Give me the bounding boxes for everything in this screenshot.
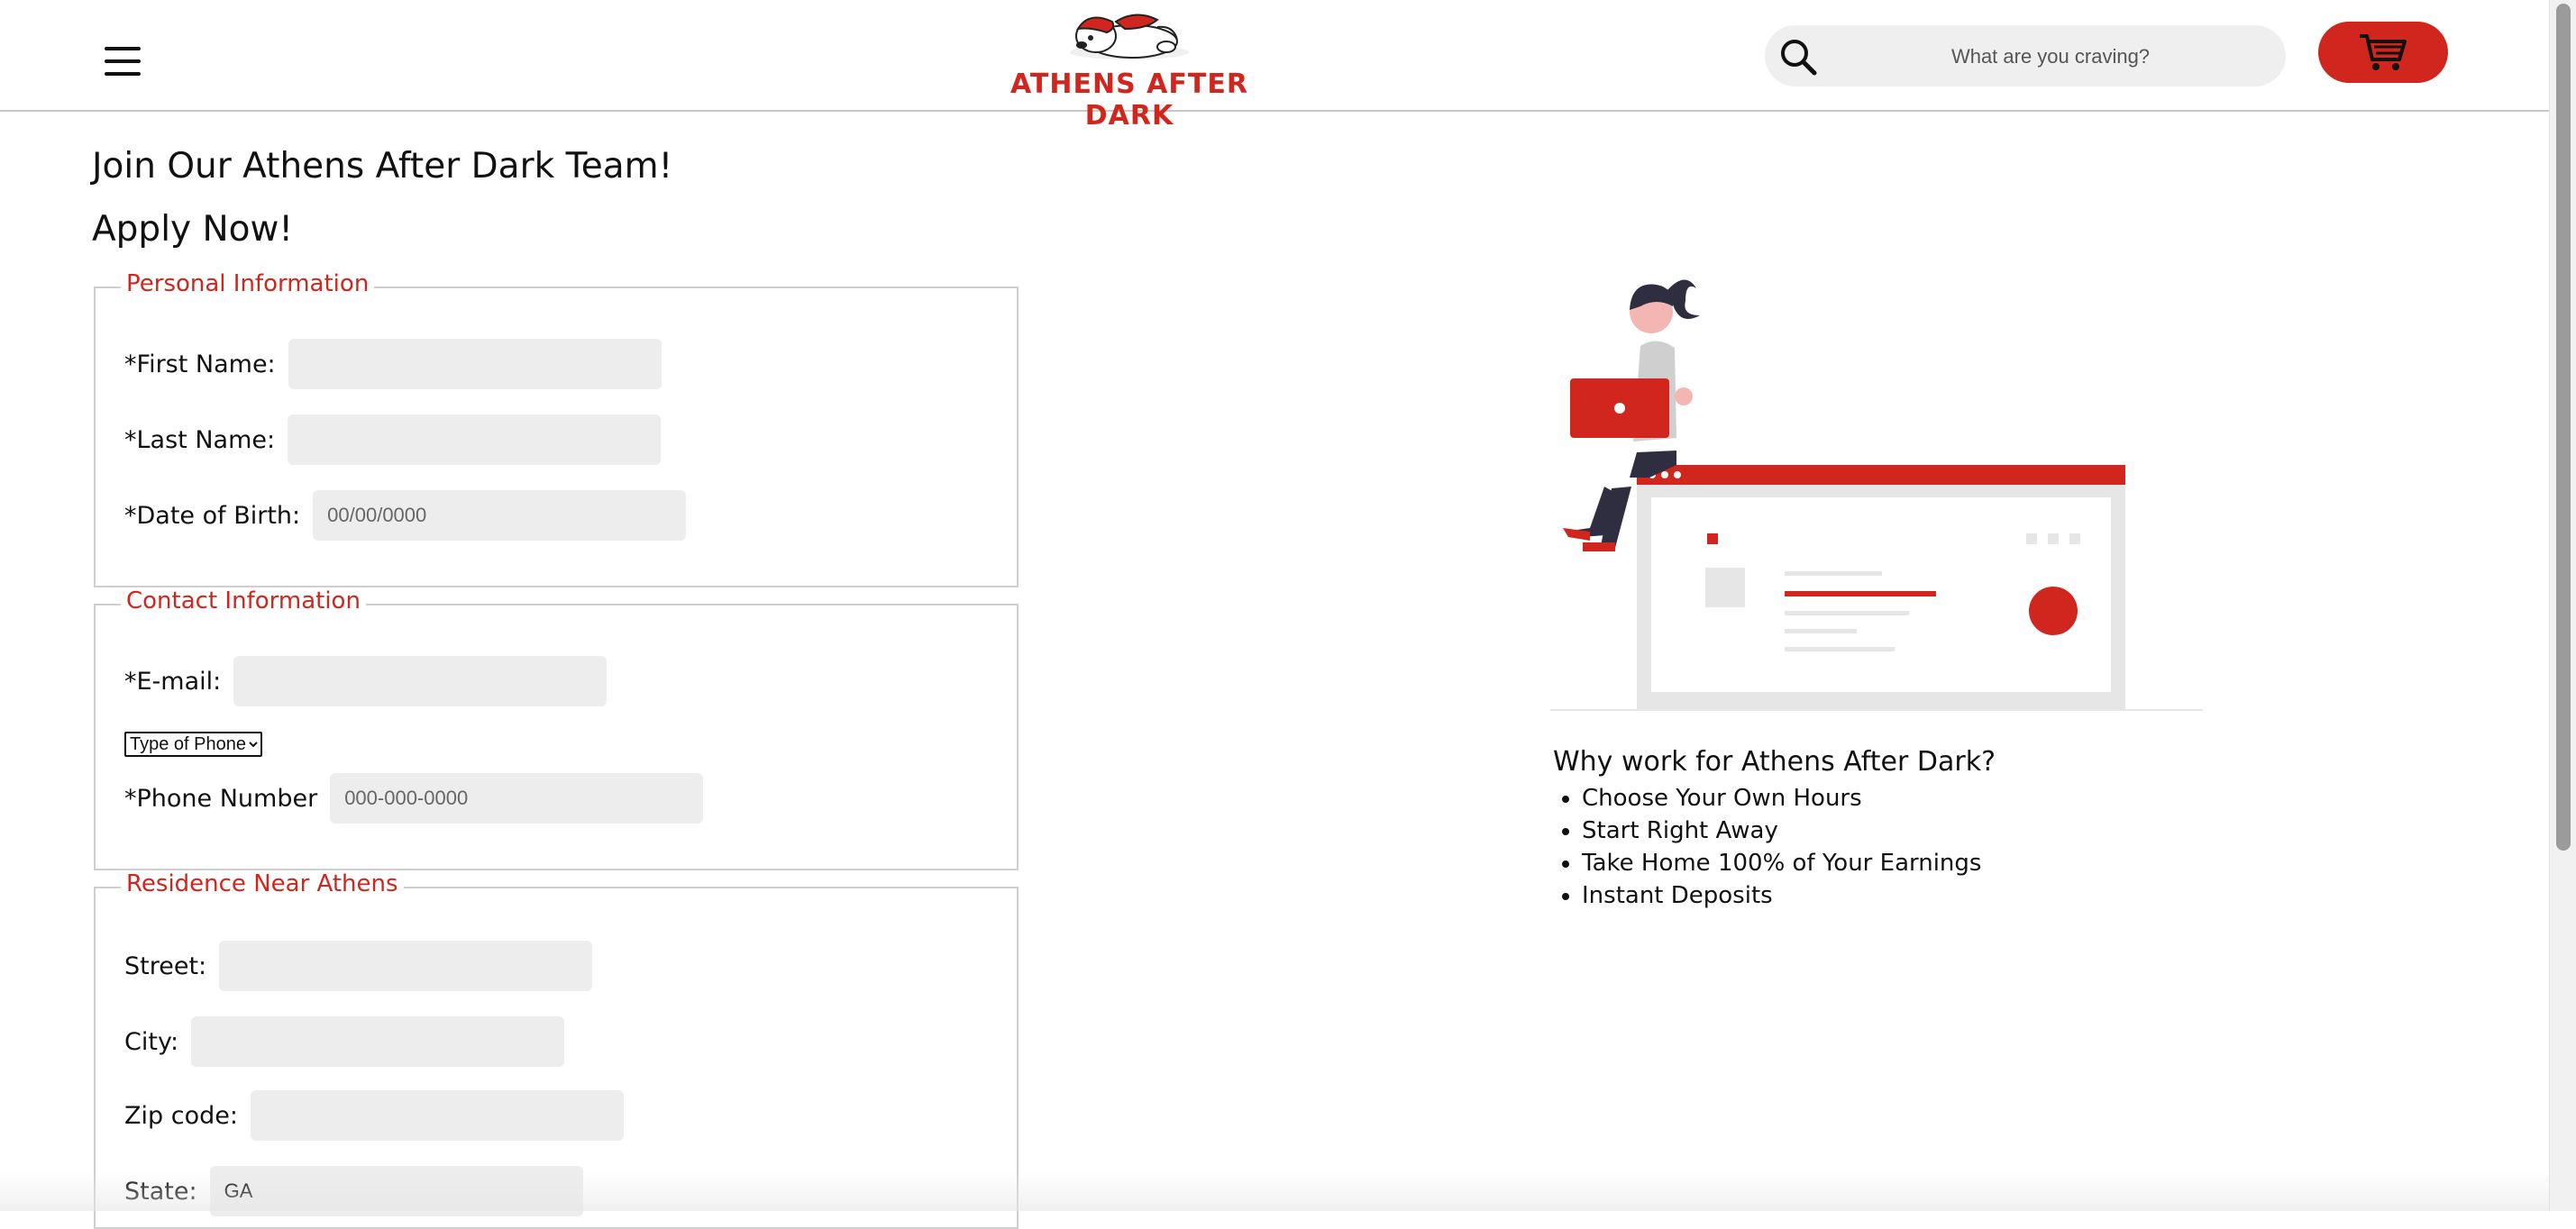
why-work-list: Choose Your Own Hours Start Right Away T… — [1553, 782, 1981, 912]
shopping-cart-icon — [2360, 34, 2407, 70]
phone-number-input[interactable] — [330, 773, 704, 824]
benefit-item: Start Right Away — [1582, 815, 1981, 847]
benefit-item: Instant Deposits — [1582, 879, 1981, 912]
phone-type-select[interactable]: Type of Phone — [124, 732, 262, 757]
residence-fieldset: Residence Near Athens Street: City: Zip … — [94, 870, 1019, 1229]
personal-information-fieldset: Personal Information *First Name: *Last … — [94, 270, 1019, 587]
hamburger-menu-icon[interactable] — [105, 47, 141, 76]
street-input[interactable] — [219, 941, 593, 991]
last-name-label: *Last Name: — [124, 425, 276, 454]
date-of-birth-input[interactable] — [313, 490, 687, 541]
vertical-scrollbar[interactable] — [2549, 0, 2576, 1211]
residence-legend: Residence Near Athens — [121, 870, 404, 897]
search-bar[interactable] — [1765, 25, 2286, 88]
zip-code-label: Zip code: — [124, 1101, 238, 1130]
site-header: ATHENS AFTER DARK — [0, 0, 2549, 132]
state-row: State: — [124, 1166, 583, 1216]
page-subtitle: Apply Now! — [92, 209, 294, 250]
street-label: Street: — [124, 951, 207, 980]
city-input[interactable] — [191, 1016, 565, 1067]
benefit-item: Choose Your Own Hours — [1582, 782, 1981, 815]
city-row: City: — [124, 1016, 565, 1067]
logo-text: ATHENS AFTER DARK — [1010, 68, 1248, 132]
zip-code-input[interactable] — [250, 1090, 624, 1141]
first-name-row: *First Name: — [124, 339, 662, 389]
contact-information-legend: Contact Information — [121, 587, 366, 614]
benefit-item: Take Home 100% of Your Earnings — [1582, 847, 1981, 879]
contact-information-fieldset: Contact Information *E-mail: Type of Pho… — [94, 587, 1019, 870]
email-input[interactable] — [233, 656, 607, 706]
zip-code-row: Zip code: — [124, 1090, 624, 1141]
page-title: Join Our Athens After Dark Team! — [92, 146, 673, 187]
search-input[interactable] — [1837, 25, 2264, 88]
magnifier-icon[interactable] — [1777, 36, 1819, 77]
date-of-birth-label: *Date of Birth: — [124, 501, 301, 530]
why-work-title: Why work for Athens After Dark? — [1553, 746, 1996, 778]
state-label: State: — [124, 1177, 197, 1206]
personal-information-legend: Personal Information — [121, 270, 375, 297]
date-of-birth-row: *Date of Birth: — [124, 490, 687, 541]
scrollbar-thumb[interactable] — [2556, 4, 2571, 851]
last-name-input[interactable] — [288, 414, 662, 465]
city-label: City: — [124, 1027, 179, 1056]
phone-type-row: Type of Phone — [124, 732, 262, 757]
email-row: *E-mail: — [124, 656, 607, 706]
phone-number-label: *Phone Number — [124, 784, 318, 813]
email-label: *E-mail: — [124, 667, 222, 696]
last-name-row: *Last Name: — [124, 414, 662, 465]
first-name-input[interactable] — [288, 339, 662, 389]
state-input[interactable] — [209, 1166, 583, 1216]
first-name-label: *First Name: — [124, 350, 276, 378]
street-row: Street: — [124, 941, 593, 991]
cart-button[interactable] — [2318, 22, 2448, 83]
woman-with-laptop-illustration — [1550, 279, 2203, 711]
phone-number-row: *Phone Number — [124, 773, 704, 824]
sleeping-dog-logo-icon — [1070, 14, 1189, 59]
site-logo[interactable]: ATHENS AFTER DARK — [981, 9, 1278, 132]
